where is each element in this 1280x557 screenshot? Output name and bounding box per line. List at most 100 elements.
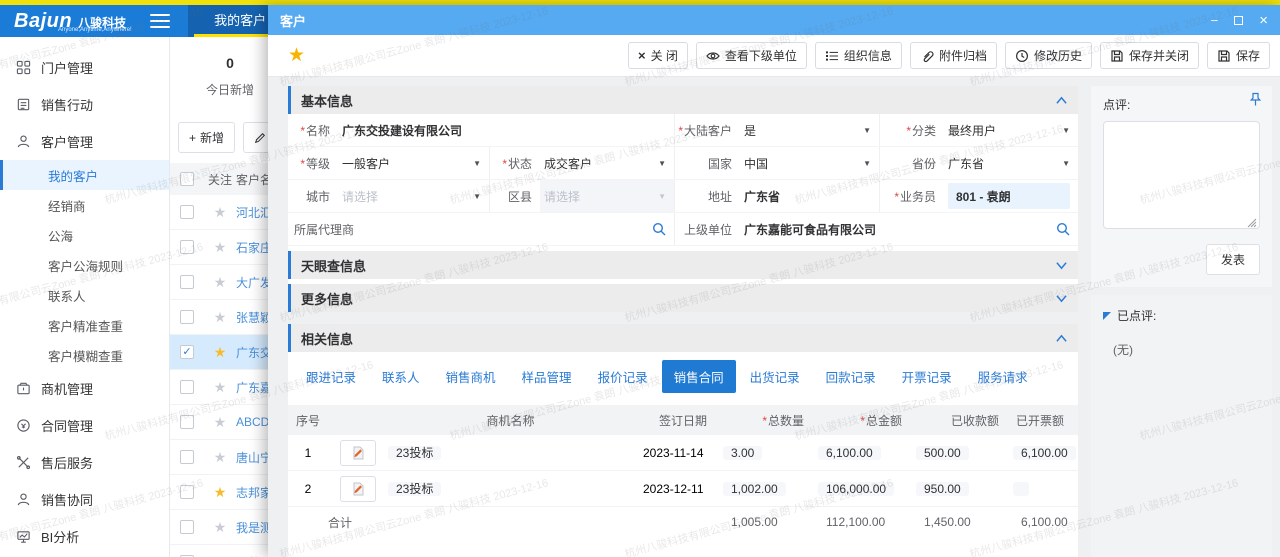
row-checkbox-checked[interactable]: ✓ [180, 345, 194, 359]
qty-input[interactable]: 1,002.00 [723, 482, 786, 496]
section-more-info[interactable]: 更多信息 [288, 284, 1078, 312]
modify-history-button[interactable]: 修改历史 [1005, 42, 1092, 69]
sidebar-item-after-sales[interactable]: 售后服务 [0, 444, 169, 481]
address-field[interactable]: 广东省 [740, 180, 880, 212]
star-icon[interactable]: ★ [204, 344, 236, 361]
customer-name-link[interactable]: 大广发 [236, 274, 272, 291]
sidebar-item-opportunity-mgmt[interactable]: 商机管理 [0, 370, 169, 407]
customer-name-link[interactable]: 河北汇 [236, 204, 272, 221]
amount-input[interactable]: 106,000.00 [818, 482, 894, 496]
tab-invoices[interactable]: 开票记录 [890, 360, 964, 393]
sidebar-item-sales-action[interactable]: 销售行动 [0, 86, 169, 123]
row-checkbox[interactable] [180, 485, 194, 499]
row-checkbox[interactable] [180, 240, 194, 254]
tab-samples[interactable]: 样品管理 [510, 360, 584, 393]
star-icon[interactable]: ★ [204, 274, 236, 291]
sidebar-item-public-sea[interactable]: 公海 [0, 220, 169, 250]
opportunity-name-input[interactable]: 23投标 [388, 446, 441, 460]
sidebar-item-my-customers[interactable]: 我的客户 [0, 160, 169, 190]
minimize-icon[interactable]: − [1211, 14, 1219, 27]
invoiced-input[interactable]: 6,100.00 [1013, 446, 1076, 460]
star-icon[interactable]: ★ [204, 239, 236, 256]
hamburger-menu-icon[interactable] [150, 14, 170, 28]
save-button[interactable]: 保存 [1207, 42, 1270, 69]
edit-record-button[interactable] [340, 476, 376, 502]
edit-record-button[interactable] [340, 440, 376, 466]
star-icon[interactable]: ★ [204, 519, 236, 536]
star-icon[interactable]: ★ [204, 309, 236, 326]
sidebar-item-sea-rules[interactable]: 客户公海规则 [0, 250, 169, 280]
org-info-button[interactable]: 组织信息 [815, 42, 902, 69]
province-select[interactable]: 广东省▼ [944, 147, 1078, 179]
customer-name-link[interactable]: 我是测 [236, 519, 272, 536]
search-icon[interactable] [652, 222, 666, 236]
star-icon[interactable]: ★ [204, 414, 236, 431]
row-checkbox[interactable] [180, 380, 194, 394]
tab-quotes[interactable]: 报价记录 [586, 360, 660, 393]
section-tianyancha[interactable]: 天眼查信息 [288, 251, 1078, 279]
customer-name-link[interactable]: ABCD [236, 415, 269, 429]
sidebar-item-portal[interactable]: 门户管理 [0, 49, 169, 86]
tab-shipments[interactable]: 出货记录 [738, 360, 812, 393]
star-icon[interactable]: ★ [204, 484, 236, 501]
sidebar-item-bi-analysis[interactable]: BI分析 [0, 518, 169, 555]
tab-follow-records[interactable]: 跟进记录 [294, 360, 368, 393]
salesman-field[interactable]: 801 - 袁朗 [944, 180, 1078, 212]
reviewed-toggle[interactable]: 已点评: [1103, 307, 1260, 325]
close-icon[interactable]: × [1259, 13, 1268, 28]
section-basic-info[interactable]: 基本信息 [288, 86, 1078, 114]
level-select[interactable]: 一般客户▼ [338, 147, 490, 179]
customer-name-link[interactable]: 石家庄 [236, 239, 272, 256]
invoiced-input[interactable] [1013, 482, 1029, 496]
amount-input[interactable]: 6,100.00 [818, 446, 881, 460]
tab-contacts[interactable]: 联系人 [370, 360, 432, 393]
customer-name-link[interactable]: 广东交 [236, 344, 272, 361]
section-related-info[interactable]: 相关信息 [288, 324, 1078, 352]
star-icon[interactable]: ★ [204, 204, 236, 221]
name-field[interactable]: 广东交投建设有限公司 [338, 114, 675, 146]
attachment-archive-button[interactable]: 附件归档 [910, 42, 997, 69]
tab-opportunities[interactable]: 销售商机 [434, 360, 508, 393]
save-and-close-button[interactable]: 保存并关闭 [1100, 42, 1199, 69]
row-checkbox[interactable] [180, 450, 194, 464]
add-button[interactable]: + 新增 [178, 122, 235, 153]
agent-search-field[interactable] [362, 213, 675, 245]
customer-name-link[interactable]: 江苏 [236, 554, 260, 557]
sidebar-item-sales-collab[interactable]: 销售协同 [0, 481, 169, 518]
tab-payments[interactable]: 回款记录 [814, 360, 888, 393]
sidebar-item-contract-mgmt[interactable]: 合同管理 [0, 407, 169, 444]
select-all-checkbox[interactable] [180, 172, 194, 186]
customer-name-link[interactable]: 志邦家 [236, 484, 272, 501]
pin-icon[interactable] [1249, 92, 1262, 112]
tab-service-requests[interactable]: 服务请求 [966, 360, 1040, 393]
city-select[interactable]: 请选择▼ [338, 180, 490, 212]
star-icon[interactable]: ★ [204, 379, 236, 396]
row-checkbox[interactable] [180, 520, 194, 534]
qty-input[interactable]: 3.00 [723, 446, 762, 460]
status-select[interactable]: 成交客户▼ [540, 147, 675, 179]
star-icon[interactable]: ★ [204, 554, 236, 557]
customer-name-link[interactable]: 唐山宁 [236, 449, 272, 466]
row-checkbox[interactable] [180, 205, 194, 219]
view-subunits-button[interactable]: 查看下级单位 [696, 42, 807, 69]
category-select[interactable]: 最终用户▼ [944, 114, 1078, 146]
opportunity-name-input[interactable]: 23投标 [388, 482, 441, 496]
favorite-star-icon[interactable]: ★ [288, 44, 305, 67]
sidebar-item-contacts[interactable]: 联系人 [0, 280, 169, 310]
row-checkbox[interactable] [180, 275, 194, 289]
received-input[interactable]: 950.00 [916, 482, 969, 496]
tab-sales-contracts[interactable]: 销售合同 [662, 360, 736, 393]
customer-name-link[interactable]: 广东嘉 [236, 379, 272, 396]
mainland-select[interactable]: 是▼ [740, 114, 880, 146]
close-record-button[interactable]: × 关 闭 [628, 42, 688, 69]
star-icon[interactable]: ★ [204, 449, 236, 466]
search-icon[interactable] [1056, 222, 1070, 236]
sidebar-item-dealers[interactable]: 经销商 [0, 190, 169, 220]
country-select[interactable]: 中国▼ [740, 147, 880, 179]
sidebar-item-customer-mgmt[interactable]: 客户管理 [0, 123, 169, 160]
comment-textarea[interactable] [1103, 121, 1260, 229]
parent-unit-search-field[interactable]: 广东嘉能可食品有限公司 [740, 213, 1078, 245]
row-checkbox[interactable] [180, 415, 194, 429]
received-input[interactable]: 500.00 [916, 446, 969, 460]
customer-name-link[interactable]: 张慧颖 [236, 309, 272, 326]
